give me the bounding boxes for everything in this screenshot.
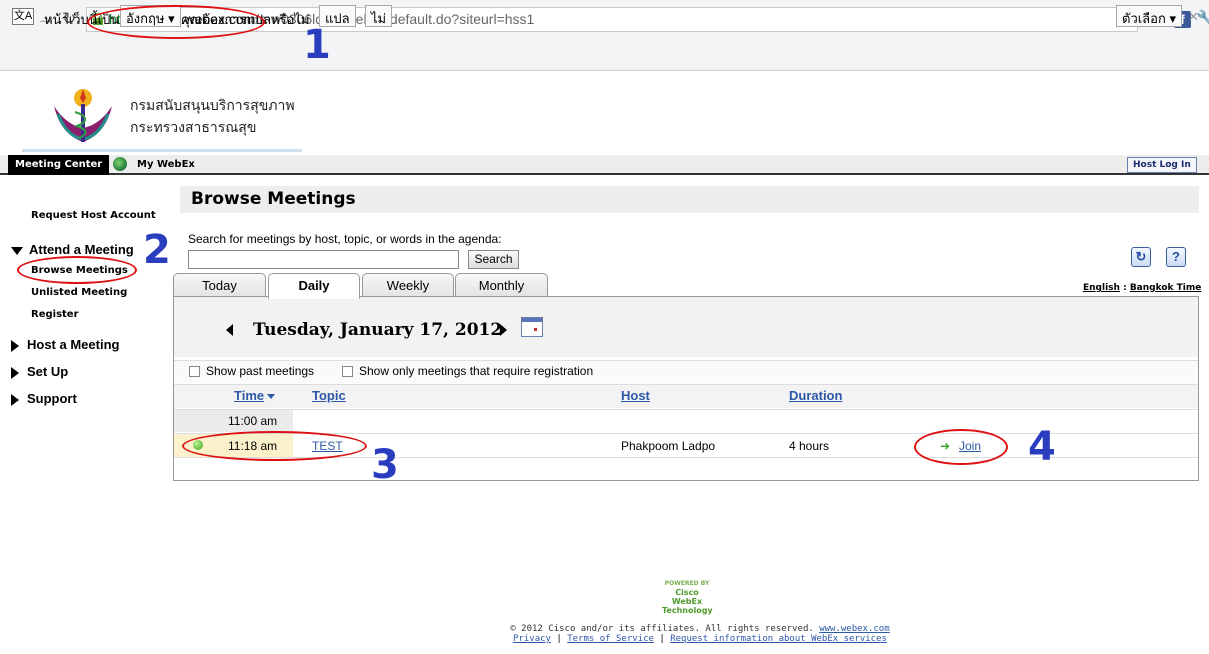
- calendar-icon[interactable]: [521, 317, 543, 337]
- sidebar-item-attend[interactable]: Attend a Meeting: [11, 242, 134, 257]
- globe-icon: [113, 157, 127, 171]
- search-input[interactable]: [188, 250, 459, 269]
- tab-my-webex[interactable]: My WebEx: [137, 159, 195, 170]
- refresh-icon[interactable]: ↻: [1131, 247, 1151, 267]
- tab-weekly[interactable]: Weekly: [362, 273, 454, 297]
- org-name-line2: กระทรวงสาธารณสุข: [130, 119, 257, 135]
- expand-right-icon: [11, 339, 19, 352]
- request-info-link[interactable]: Request information about WebEx services: [670, 634, 887, 644]
- host-login-button[interactable]: Host Log In: [1127, 157, 1197, 173]
- sidebar-item-host[interactable]: Host a Meeting: [11, 337, 119, 352]
- sidebar-item-request-host[interactable]: Request Host Account: [31, 210, 156, 221]
- close-icon[interactable]: ✕: [1188, 9, 1199, 25]
- translate-icon: 文A: [12, 8, 34, 25]
- meeting-host: Phakpoom Ladpo: [621, 439, 716, 453]
- copyright: © 2012 Cisco and/or its affiliates. All …: [510, 624, 890, 634]
- expand-down-icon: [11, 246, 23, 255]
- terms-link[interactable]: Terms of Service: [567, 634, 654, 644]
- tab-today[interactable]: Today: [173, 273, 266, 297]
- show-registration-checkbox[interactable]: [342, 366, 353, 377]
- translate-bar: [0, 38, 1209, 71]
- annotation-ellipse-join: [914, 429, 1008, 465]
- header-divider: [22, 149, 302, 152]
- annotation-number-2: 2: [143, 227, 171, 273]
- org-logo: [54, 89, 112, 142]
- tab-daily[interactable]: Daily: [268, 273, 360, 299]
- current-date: Tuesday, January 17, 2012: [253, 320, 503, 340]
- help-icon[interactable]: ?: [1166, 247, 1186, 267]
- search-label: Search for meetings by host, topic, or w…: [188, 232, 502, 246]
- search-button[interactable]: Search: [468, 250, 519, 269]
- column-duration[interactable]: Duration: [789, 388, 842, 403]
- annotation-ellipse-url: [87, 5, 265, 39]
- next-day-icon[interactable]: [500, 324, 507, 336]
- meeting-duration: 4 hours: [789, 439, 830, 453]
- tab-meeting-center[interactable]: Meeting Center: [8, 155, 110, 175]
- timezone-link[interactable]: English : Bangkok Time: [1083, 283, 1201, 293]
- column-host[interactable]: Host: [621, 388, 650, 403]
- privacy-link[interactable]: Privacy: [513, 634, 551, 644]
- powered-by-logo: POWERED BY Cisco WebEx Technology: [662, 580, 713, 615]
- show-past-label: Show past meetings: [206, 364, 315, 378]
- tab-monthly[interactable]: Monthly: [455, 273, 548, 297]
- filter-row: [174, 360, 1198, 383]
- sidebar-item-setup[interactable]: Set Up: [11, 364, 68, 379]
- sidebar-item-unlisted[interactable]: Unlisted Meeting: [31, 287, 127, 298]
- column-time[interactable]: Time: [234, 388, 276, 403]
- annotation-number-1: 1: [303, 22, 331, 68]
- column-topic[interactable]: Topic: [312, 388, 346, 403]
- sidebar-item-support[interactable]: Support: [11, 391, 77, 406]
- annotation-number-4: 4: [1028, 424, 1056, 470]
- webex-site-link[interactable]: www.webex.com: [819, 624, 889, 634]
- show-registration-label: Show only meetings that require registra…: [359, 364, 594, 378]
- sidebar-item-register[interactable]: Register: [31, 309, 79, 320]
- sort-down-icon: [267, 394, 276, 400]
- footer-links: Privacy | Terms of Service | Request inf…: [513, 634, 887, 644]
- org-name-line1: กรมสนับสนุนบริการสุขภาพ: [130, 97, 295, 113]
- annotation-ellipse-meeting: [182, 431, 367, 461]
- annotation-ellipse-browse: [17, 256, 137, 284]
- expand-right-icon: [11, 366, 19, 379]
- annotation-number-3: 3: [371, 442, 399, 488]
- translate-options-button[interactable]: ตัวเลือก ▾: [1116, 5, 1182, 27]
- hour-label: 11:00 am: [228, 414, 278, 428]
- show-past-checkbox[interactable]: [189, 366, 200, 377]
- page-title: Browse Meetings: [191, 189, 356, 209]
- expand-right-icon: [11, 393, 19, 406]
- no-translate-button[interactable]: ไม่: [365, 5, 393, 27]
- previous-day-icon[interactable]: [226, 324, 233, 336]
